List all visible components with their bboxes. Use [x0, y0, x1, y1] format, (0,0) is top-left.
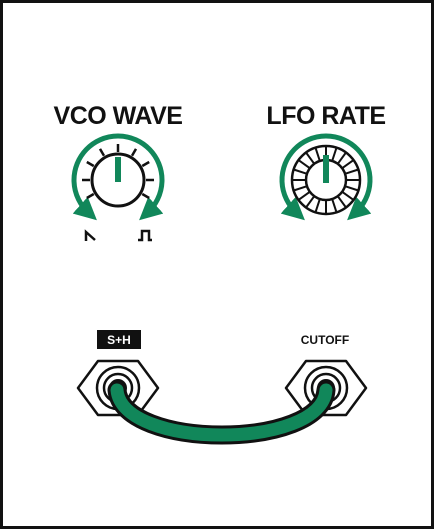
synth-panel: VCO WAVE LFO RATE S+H CUTOFF	[0, 0, 434, 529]
panel-frame	[0, 0, 434, 529]
s-h-label-badge: S+H	[97, 330, 141, 349]
lfo-rate-label: LFO RATE	[266, 102, 385, 130]
vco-wave-label: VCO WAVE	[54, 102, 183, 130]
s-h-label: S+H	[107, 333, 131, 347]
cutoff-label: CUTOFF	[301, 333, 349, 347]
